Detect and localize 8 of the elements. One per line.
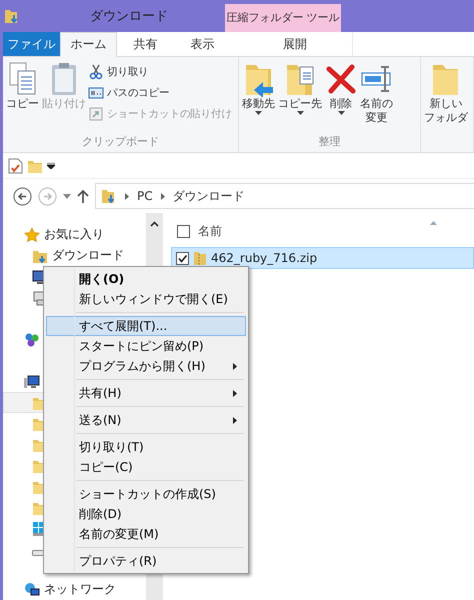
nav-label: ネットワーク [44,581,116,598]
file-name: 462_ruby_716.zip [211,251,318,265]
window-title: ダウンロード [89,8,169,25]
group-label: 整理 [318,134,342,150]
group-label: クリップボード [81,134,160,150]
context-tab-group: 圧縮フォルダー ツール [225,4,341,32]
nav-label: お気に入り [44,226,104,243]
nav-label: ダウンロード [52,247,124,264]
